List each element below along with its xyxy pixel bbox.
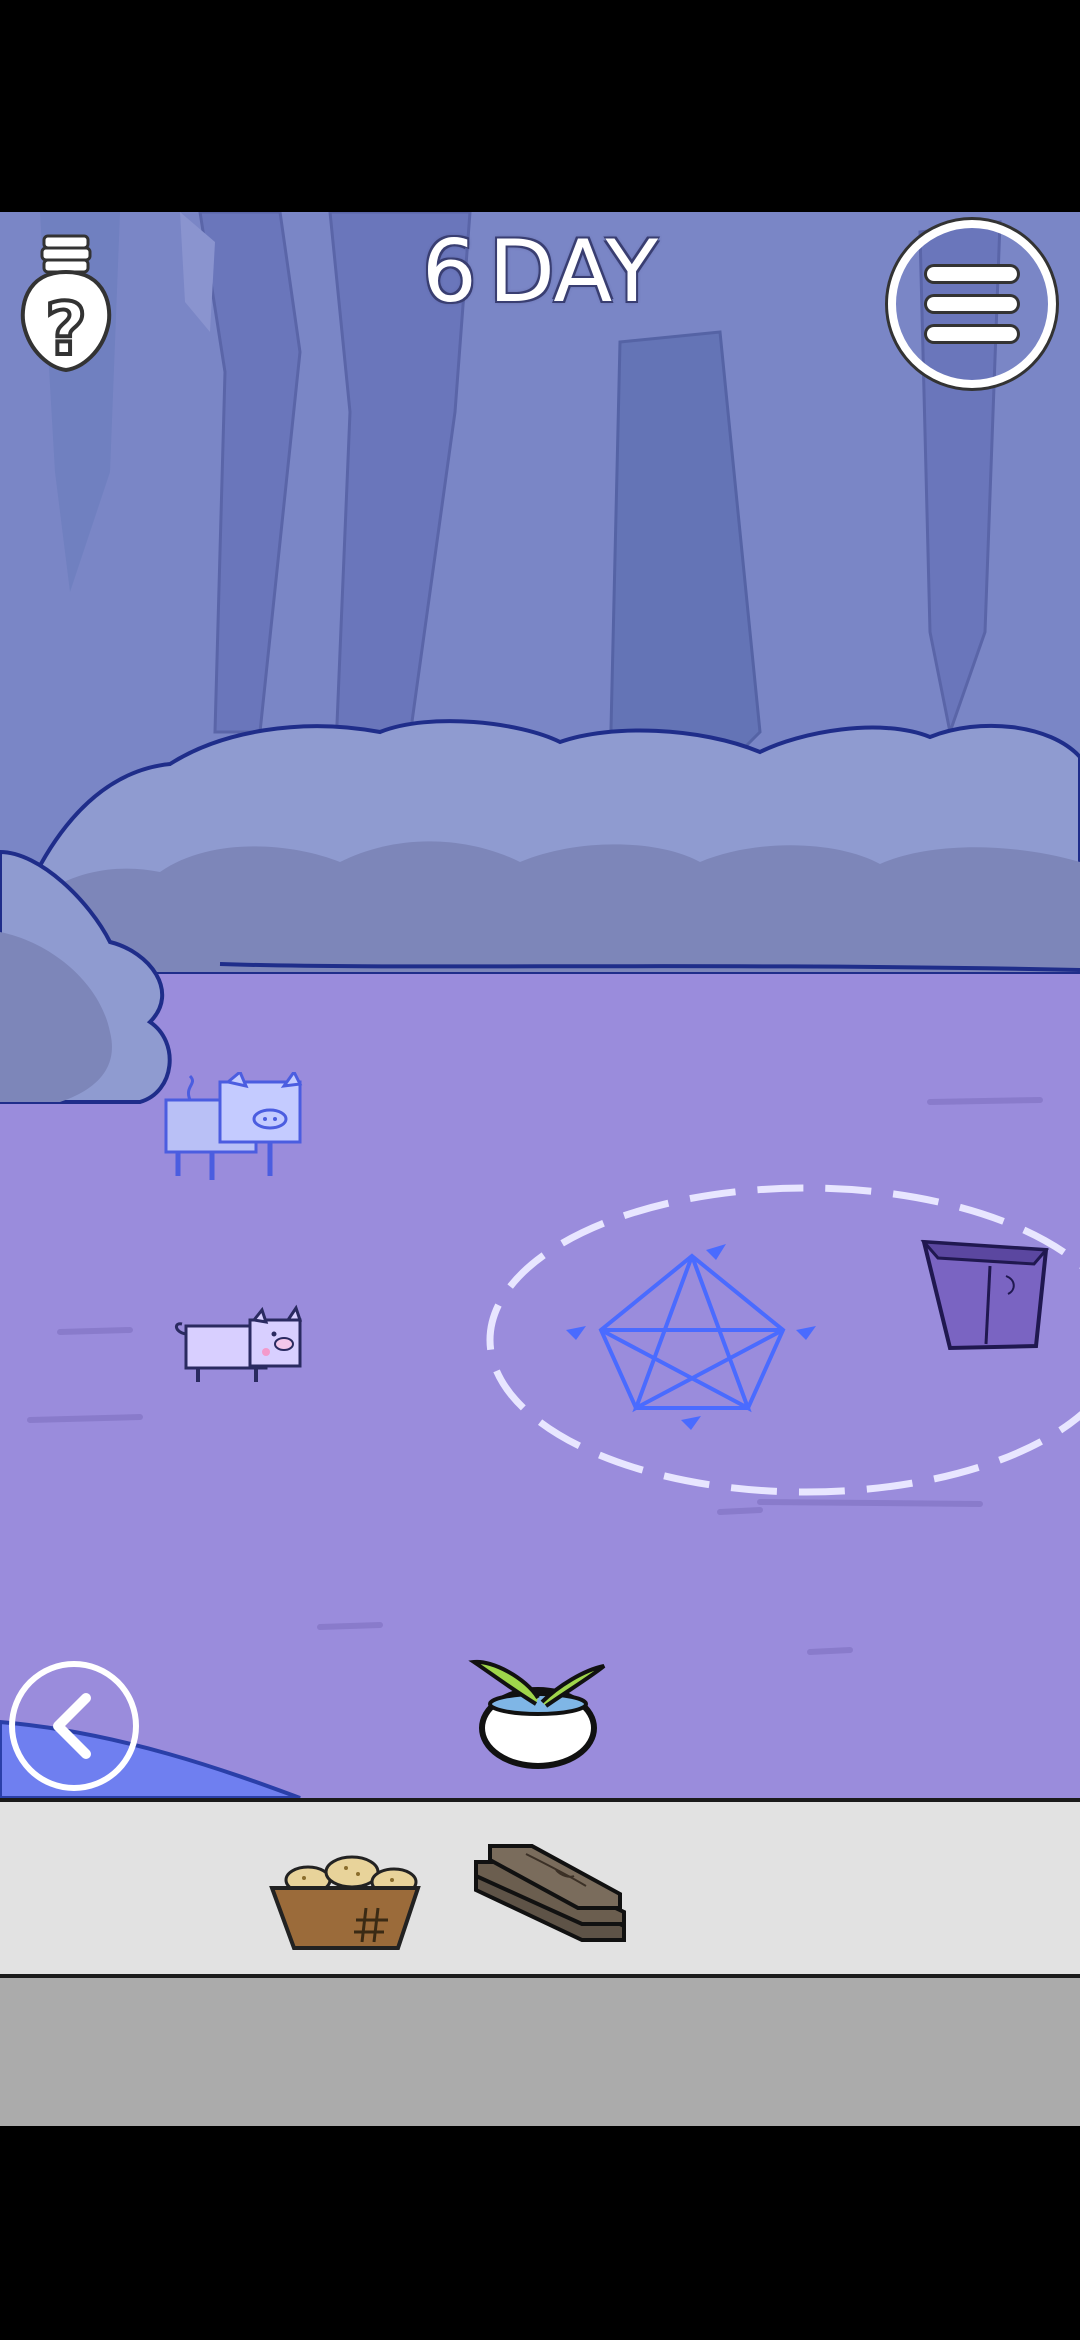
chevron-left-icon	[9, 1661, 139, 1791]
day-number: 6	[421, 222, 477, 322]
hamburger-menu-icon	[885, 217, 1059, 391]
sprout-pot[interactable]	[466, 1652, 612, 1770]
menu-button[interactable]	[884, 216, 1060, 392]
wooden-planks-icon	[474, 1844, 626, 1942]
status-bar-area	[0, 0, 1080, 212]
day-suffix: DAY	[488, 222, 659, 322]
inventory-item-bread-basket[interactable]	[266, 1824, 426, 1964]
back-button[interactable]	[8, 1660, 140, 1792]
svg-text:?: ?	[45, 287, 87, 371]
wooden-box[interactable]	[920, 1236, 1056, 1358]
bread-basket-icon	[269, 1855, 421, 1950]
lightbulb-question-icon: ?	[20, 234, 112, 373]
forest-background	[0, 212, 1080, 1798]
inventory-item-wooden-planks[interactable]	[466, 1824, 626, 1964]
pig[interactable]	[170, 1302, 310, 1392]
game-scene	[0, 212, 1080, 1798]
hint-button[interactable]: ?	[14, 230, 118, 380]
ghost-pig[interactable]	[160, 1072, 310, 1192]
inventory-bar	[0, 1798, 1080, 1978]
empty-inventory-row	[0, 1978, 1080, 2126]
navigation-bar-area	[0, 2126, 1080, 2340]
